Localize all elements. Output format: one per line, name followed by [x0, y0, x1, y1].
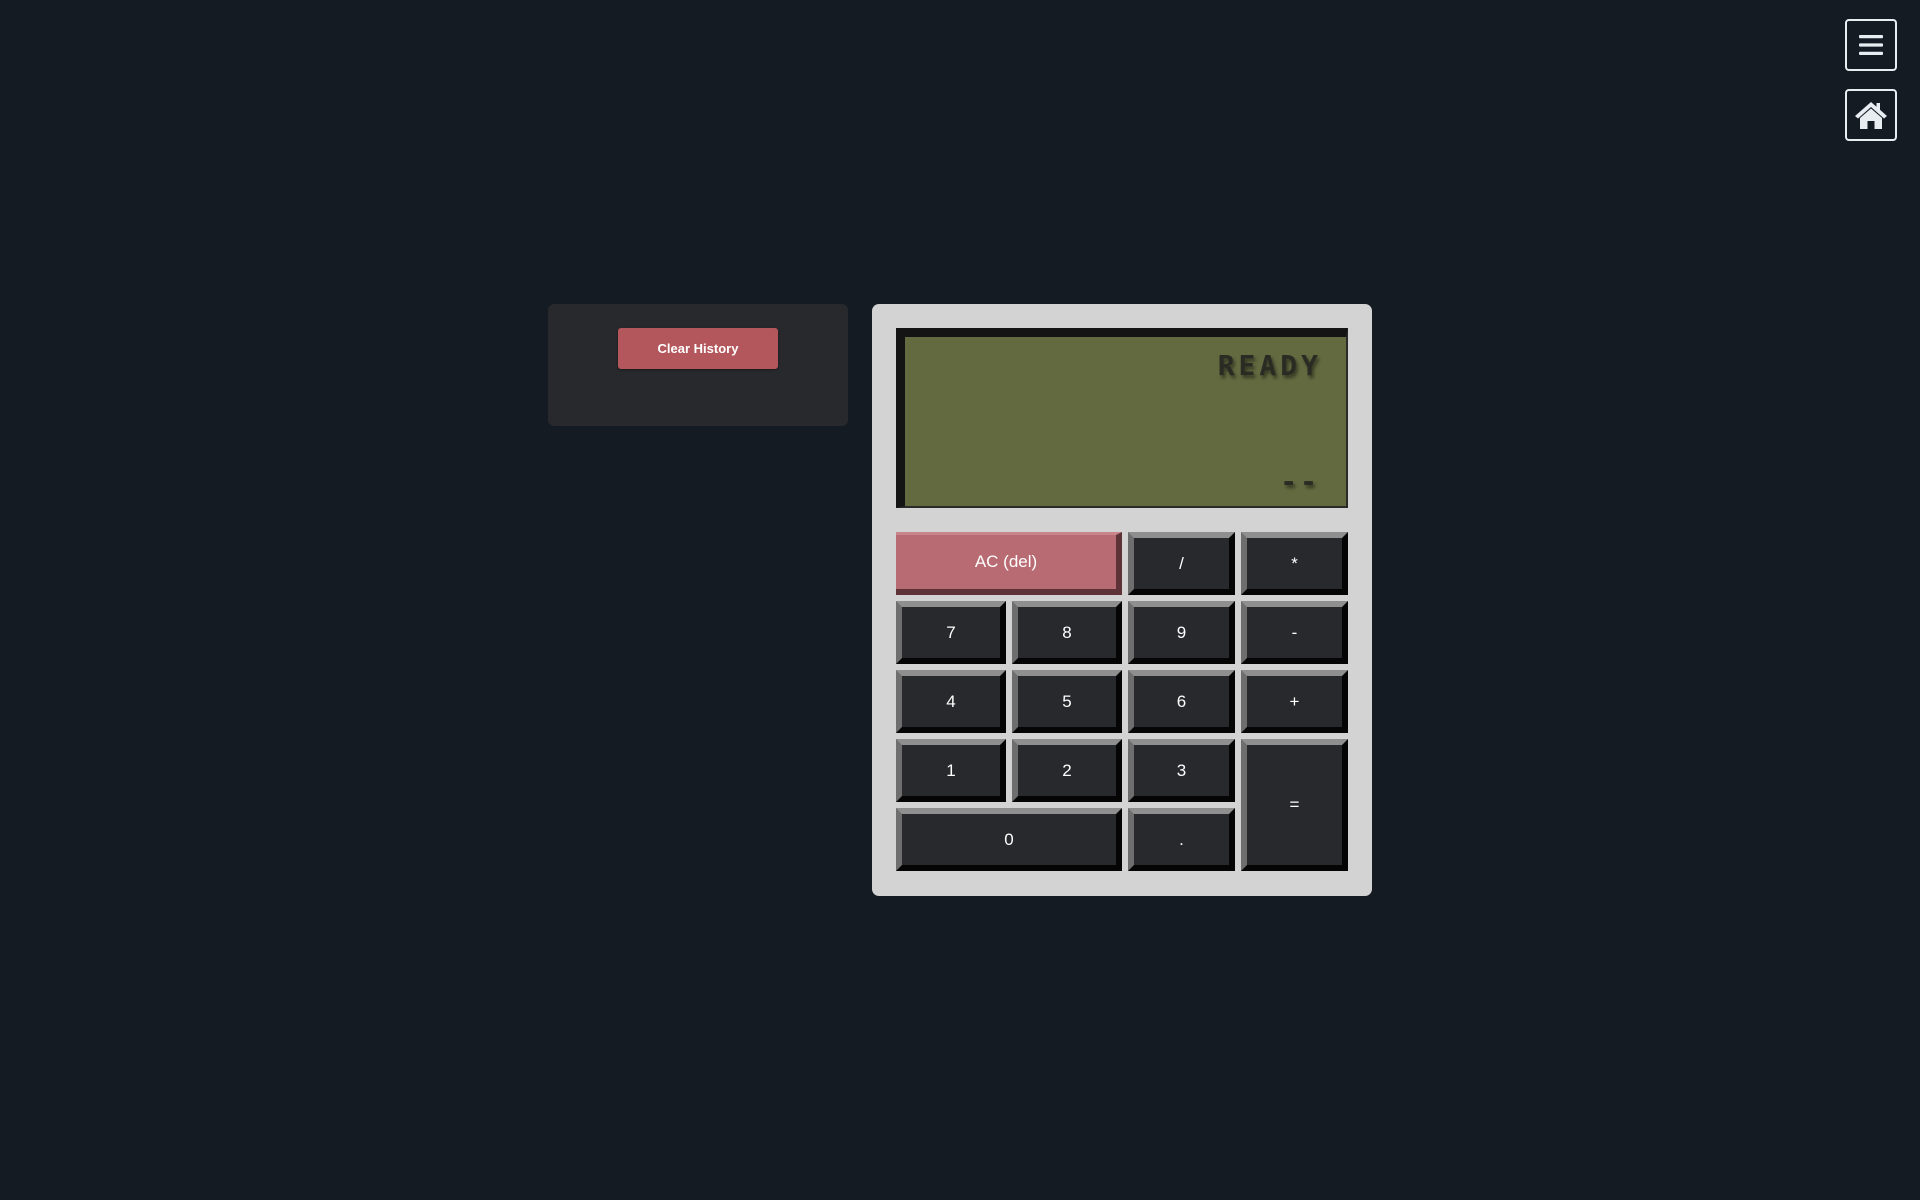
calculator-display: READY --: [896, 328, 1348, 508]
multiply-button[interactable]: *: [1241, 532, 1348, 595]
digit-4-button[interactable]: 4: [896, 670, 1006, 733]
equals-button[interactable]: =: [1241, 739, 1348, 871]
digit-3-button[interactable]: 3: [1128, 739, 1235, 802]
divide-button[interactable]: /: [1128, 532, 1235, 595]
digit-1-button[interactable]: 1: [896, 739, 1006, 802]
digit-2-button[interactable]: 2: [1012, 739, 1122, 802]
digit-0-button[interactable]: 0: [896, 808, 1122, 871]
digit-8-button[interactable]: 8: [1012, 601, 1122, 664]
page: Clear History READY -- AC (del) / * 7 8 …: [0, 0, 1920, 1200]
clear-history-button[interactable]: Clear History: [618, 328, 778, 369]
history-panel: Clear History: [548, 304, 848, 426]
clear-all-button[interactable]: AC (del): [896, 532, 1122, 595]
calculator: READY -- AC (del) / * 7 8 9 - 4 5 6 + 1 …: [872, 304, 1372, 896]
display-value: --: [1280, 465, 1320, 498]
hamburger-menu-icon: [1859, 35, 1883, 55]
digit-6-button[interactable]: 6: [1128, 670, 1235, 733]
digit-5-button[interactable]: 5: [1012, 670, 1122, 733]
digit-9-button[interactable]: 9: [1128, 601, 1235, 664]
subtract-button[interactable]: -: [1241, 601, 1348, 664]
decimal-button[interactable]: .: [1128, 808, 1235, 871]
display-status: READY: [1217, 349, 1322, 382]
home-icon: [1855, 102, 1887, 129]
keypad: AC (del) / * 7 8 9 - 4 5 6 + 1 2 3 = 0 .: [896, 532, 1348, 876]
add-button[interactable]: +: [1241, 670, 1348, 733]
digit-7-button[interactable]: 7: [896, 601, 1006, 664]
home-button[interactable]: [1845, 89, 1897, 141]
menu-button[interactable]: [1845, 19, 1897, 71]
